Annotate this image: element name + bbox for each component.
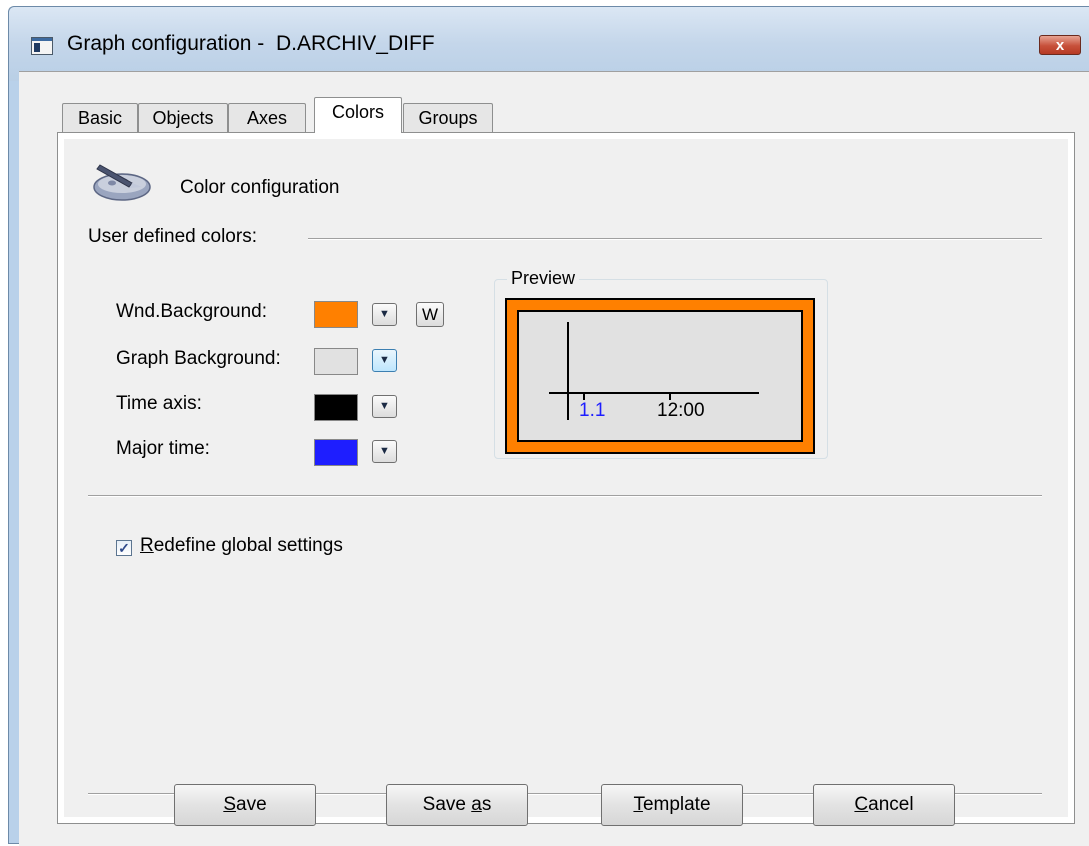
- template-button[interactable]: Template: [601, 784, 743, 826]
- preview-group: Preview 1.1 12:00: [494, 268, 828, 459]
- preview-label: Preview: [507, 268, 580, 289]
- redefine-global-text: edefine global settings: [153, 535, 343, 556]
- cancel-text: ancel: [868, 794, 914, 815]
- section-divider: [88, 495, 1042, 497]
- preview-window-background: 1.1 12:00: [505, 298, 815, 454]
- preview-graph-background: 1.1 12:00: [517, 310, 803, 442]
- save-text: ave: [236, 794, 267, 815]
- close-button[interactable]: x: [1039, 35, 1081, 55]
- wnd-background-dropdown-button[interactable]: ▼: [372, 303, 397, 326]
- tab-colors[interactable]: Colors: [314, 97, 402, 133]
- graph-background-label: Graph Background:: [116, 348, 281, 369]
- time-axis-dropdown-button[interactable]: ▼: [372, 395, 397, 418]
- cancel-mnemonic: C: [854, 794, 869, 815]
- dialog-window: Graph configuration - D.ARCHIV_DIFF x Ba…: [8, 6, 1089, 846]
- window-title: Graph configuration - D.ARCHIV_DIFF: [67, 32, 435, 55]
- time-axis-label: Time axis:: [116, 393, 202, 414]
- tab-panel: Color configuration User defined colors:…: [57, 132, 1075, 824]
- title-bar[interactable]: Graph configuration - D.ARCHIV_DIFF x: [9, 7, 1089, 81]
- save-as-text-rest: s: [481, 794, 492, 815]
- save-button[interactable]: Save: [174, 784, 316, 826]
- graph-background-dropdown-button[interactable]: ▼: [372, 349, 397, 372]
- save-as-text-pre: Save: [422, 794, 472, 815]
- major-time-label: Major time:: [116, 438, 210, 459]
- major-time-dropdown-button[interactable]: ▼: [372, 440, 397, 463]
- tab-groups[interactable]: Groups: [403, 103, 493, 132]
- wnd-background-swatch[interactable]: [314, 301, 358, 328]
- graph-background-swatch[interactable]: [314, 348, 358, 375]
- tab-objects[interactable]: Objects: [138, 103, 228, 132]
- redefine-global-checkbox[interactable]: ✓: [116, 540, 132, 556]
- preview-time-axis: [549, 392, 759, 394]
- redefine-global-label[interactable]: Redefine global settings: [140, 535, 343, 557]
- tab-axes[interactable]: Axes: [228, 103, 306, 132]
- save-mnemonic: S: [223, 794, 237, 815]
- colors-page: Color configuration User defined colors:…: [64, 139, 1068, 817]
- app-icon: [31, 37, 53, 55]
- palette-icon: [93, 164, 151, 201]
- user-colors-label: User defined colors:: [88, 226, 257, 247]
- wnd-background-label: Wnd.Background:: [116, 301, 268, 322]
- group-divider: [308, 238, 1042, 240]
- preview-time-label: 12:00: [657, 400, 705, 421]
- redefine-global-mnemonic: R: [140, 535, 154, 556]
- section-title: Color configuration: [180, 177, 340, 198]
- dialog-client: Basic Objects Axes Colors Groups Color c…: [19, 71, 1089, 846]
- major-time-swatch[interactable]: [314, 439, 358, 466]
- preview-major-time-label: 1.1: [579, 400, 606, 421]
- preview-vertical-axis: [567, 322, 569, 420]
- cancel-button[interactable]: Cancel: [813, 784, 955, 826]
- save-as-mnemonic: a: [471, 794, 482, 815]
- tab-basic[interactable]: Basic: [62, 103, 138, 132]
- template-mnemonic: T: [633, 794, 643, 815]
- time-axis-swatch[interactable]: [314, 394, 358, 421]
- wnd-background-w-button[interactable]: W: [416, 302, 444, 327]
- template-text: emplate: [642, 794, 711, 815]
- save-as-button[interactable]: Save as: [386, 784, 528, 826]
